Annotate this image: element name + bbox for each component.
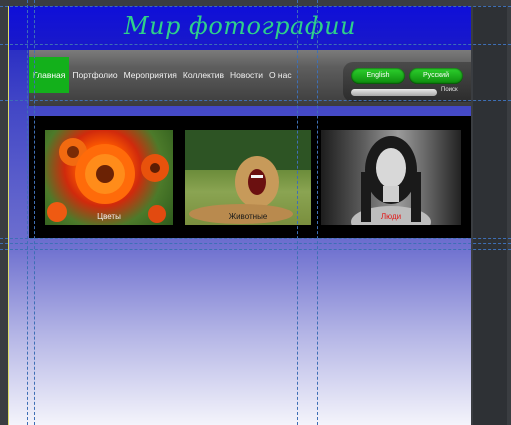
nav-item-home[interactable]: Главная [29,57,70,93]
nav-menu: Главная Портфолио Мероприятия Коллектив … [29,57,295,93]
guide-line-horizontal [0,243,511,244]
nav-item-about[interactable]: О нас [266,57,295,93]
nav-item-portfolio[interactable]: Портфолио [69,57,120,93]
gallery-item-people[interactable]: Люди [321,130,461,225]
portrait-image [351,136,431,225]
guide-line-vertical [27,0,28,425]
gallery-item-animals[interactable]: Животные [185,130,311,225]
guide-line-vertical [34,0,35,425]
guide-line-horizontal [0,238,511,239]
lioness-image [185,130,311,224]
search-input[interactable] [351,89,437,96]
nav-item-team[interactable]: Коллектив [180,57,227,93]
page-canvas: Мир фотографии Главная Портфолио Меропри… [8,6,472,425]
navigation-bar: Главная Портфолио Мероприятия Коллектив … [29,50,471,106]
nav-item-news[interactable]: Новости [227,57,266,93]
english-button[interactable]: English [351,68,405,84]
search-label: Поиск [441,87,458,93]
gallery-caption: Цветы [97,212,121,221]
side-panel-column [473,6,507,425]
guide-line-horizontal [0,44,511,45]
gallery-item-flowers[interactable]: Цветы [45,130,173,225]
flowers-image [47,138,169,223]
editor-side-panel [471,0,511,425]
guide-line-horizontal [0,6,511,7]
language-search-panel: English Русский Поиск [343,62,471,102]
gallery-caption: Животные [228,212,268,221]
gallery-caption: Люди [380,212,402,221]
guide-line-vertical [317,0,318,425]
photo-gallery: Цветы Животные Люди [29,116,471,238]
guide-line-vertical [297,0,298,425]
nav-item-events[interactable]: Мероприятия [121,57,180,93]
guide-line-horizontal [0,249,511,250]
guide-line-horizontal [0,100,511,101]
site-title: Мир фотографии [124,12,356,40]
russian-button[interactable]: Русский [409,68,463,84]
